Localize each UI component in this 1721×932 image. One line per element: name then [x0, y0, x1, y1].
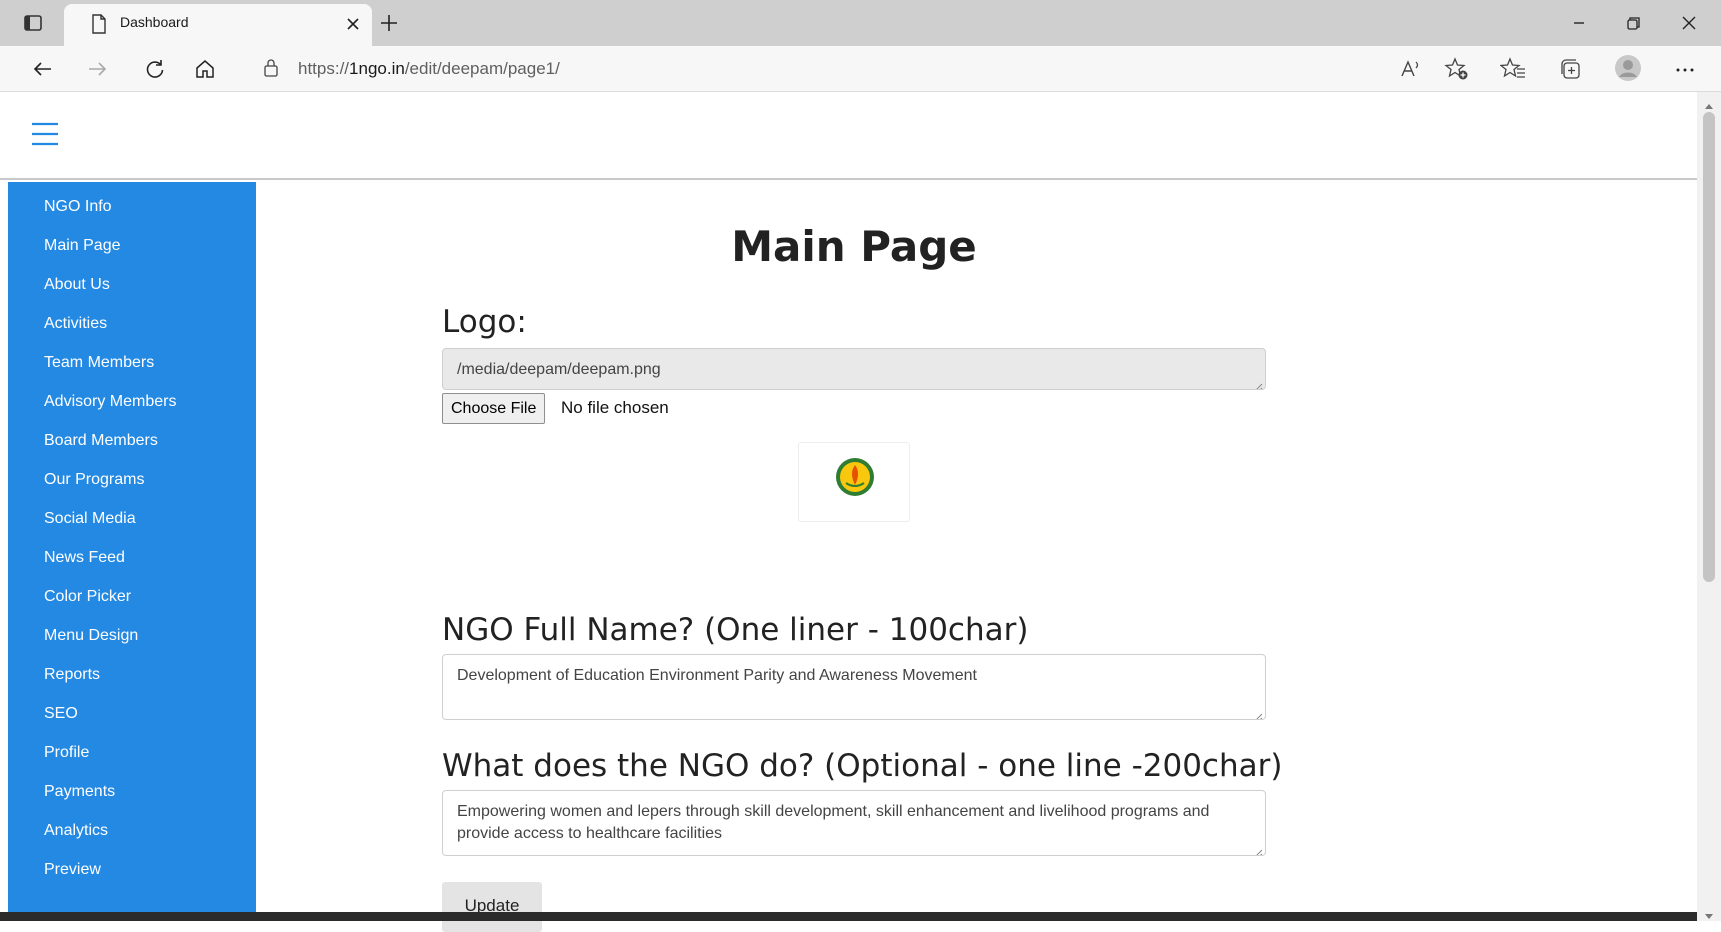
tab-title: Dashboard: [120, 14, 189, 30]
what-ngo-does-label: What does the NGO do? (Optional - one li…: [442, 748, 1283, 784]
close-tab-icon[interactable]: [342, 13, 364, 35]
sidebar-item-menu-design[interactable]: Menu Design: [44, 627, 138, 645]
resize-grip-icon[interactable]: [1253, 377, 1263, 389]
sidebar-item-payments[interactable]: Payments: [44, 783, 115, 801]
sidebar-item-profile[interactable]: Profile: [44, 744, 89, 762]
menu-icon[interactable]: [30, 120, 60, 148]
sidebar-item-seo[interactable]: SEO: [44, 705, 78, 723]
logo-path-value: /media/deepam/deepam.png: [457, 361, 661, 378]
sidebar-item-reports[interactable]: Reports: [44, 666, 100, 684]
sidebar-item-about-us[interactable]: About Us: [44, 276, 110, 294]
choose-file-button[interactable]: Choose File: [442, 393, 546, 424]
logo-path-field[interactable]: /media/deepam/deepam.png: [442, 348, 1266, 390]
logo-preview-image: [798, 442, 910, 522]
url-path: /edit/deepam/page1/: [404, 59, 560, 78]
sidebar-item-board-members[interactable]: Board Members: [44, 432, 158, 450]
add-favorite-icon[interactable]: [1444, 56, 1470, 82]
sidebar-item-color-picker[interactable]: Color Picker: [44, 588, 131, 606]
scroll-down-icon[interactable]: [1703, 907, 1715, 919]
scroll-thumb[interactable]: [1703, 112, 1715, 582]
page-title: Main Page: [731, 222, 977, 271]
page-icon: [90, 14, 108, 34]
resize-grip-icon[interactable]: [1253, 707, 1263, 719]
full-name-label: NGO Full Name? (One liner - 100char): [442, 612, 1029, 648]
profile-avatar-icon[interactable]: [1614, 54, 1642, 82]
sidebar-item-analytics[interactable]: Analytics: [44, 822, 108, 840]
window-close-icon[interactable]: [1676, 10, 1702, 36]
restore-icon[interactable]: [1620, 10, 1646, 36]
url-prefix: https://: [298, 59, 350, 78]
forward-icon[interactable]: [84, 56, 110, 82]
logo-label: Logo:: [442, 304, 527, 340]
file-status: No file chosen: [561, 398, 669, 417]
collections-icon[interactable]: [1558, 56, 1584, 82]
address-bar[interactable]: https://1ngo.in/edit/deepam/page1/: [298, 59, 560, 79]
reload-icon[interactable]: [142, 56, 168, 82]
sidebar-item-news-feed[interactable]: News Feed: [44, 549, 125, 567]
browser-tab[interactable]: Dashboard: [64, 4, 372, 46]
update-button[interactable]: Update: [442, 882, 542, 932]
favorites-icon[interactable]: [1499, 56, 1526, 82]
sidebar-item-preview[interactable]: Preview: [44, 861, 101, 879]
full-name-field[interactable]: Development of Education Environment Par…: [442, 654, 1266, 720]
minimize-icon[interactable]: [1566, 10, 1592, 36]
sidebar-item-social-media[interactable]: Social Media: [44, 510, 136, 528]
home-icon[interactable]: [192, 56, 218, 82]
sidebar-item-main-page[interactable]: Main Page: [44, 237, 121, 255]
sidebar-item-advisory-members[interactable]: Advisory Members: [44, 393, 176, 411]
new-tab-icon[interactable]: [376, 10, 402, 36]
tab-actions-icon[interactable]: [22, 12, 44, 34]
what-ngo-does-field[interactable]: Empowering women and lepers through skil…: [442, 790, 1266, 856]
page-scrollbar[interactable]: [1697, 92, 1721, 921]
sidebar-item-ngo-info[interactable]: NGO Info: [44, 198, 112, 216]
browser-tab-strip: Dashboard: [0, 0, 1721, 46]
sidebar-item-our-programs[interactable]: Our Programs: [44, 471, 144, 489]
read-aloud-icon[interactable]: [1398, 56, 1424, 82]
taskbar-edge: [0, 912, 1697, 921]
sidebar-item-activities[interactable]: Activities: [44, 315, 107, 333]
sidebar-item-team-members[interactable]: Team Members: [44, 354, 154, 372]
resize-grip-icon[interactable]: [1253, 843, 1263, 855]
what-ngo-does-value: Empowering women and lepers through skil…: [457, 803, 1210, 842]
url-host: 1ngo.in: [349, 59, 405, 78]
back-icon[interactable]: [30, 56, 56, 82]
site-info-icon[interactable]: [262, 58, 280, 78]
page-header: [0, 92, 1697, 180]
main-content: Main Page Logo: /media/deepam/deepam.png…: [256, 182, 1697, 932]
sidebar: NGO Info Main Page About Us Activities T…: [8, 182, 256, 921]
scroll-up-icon[interactable]: [1703, 96, 1715, 109]
full-name-value: Development of Education Environment Par…: [457, 667, 977, 684]
more-options-icon[interactable]: [1672, 56, 1698, 82]
browser-toolbar: https://1ngo.in/edit/deepam/page1/: [0, 46, 1721, 92]
